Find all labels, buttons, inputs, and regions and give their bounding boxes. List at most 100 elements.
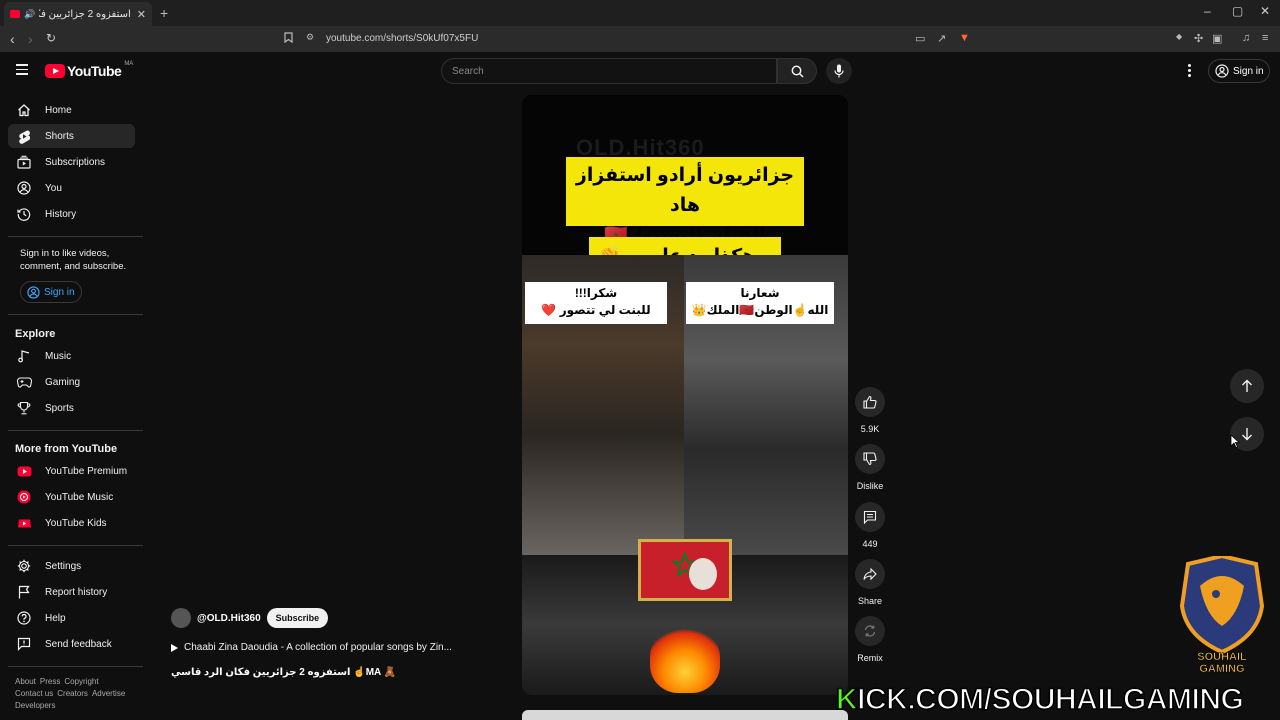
share-button[interactable]: Share — [855, 559, 885, 606]
minimize-button[interactable]: – — [1204, 4, 1211, 18]
account-icon — [1215, 64, 1229, 78]
sidebar-item-send-feedback[interactable]: Send feedback — [8, 632, 135, 656]
sidebar-item-youtube-music[interactable]: YouTube Music — [8, 485, 135, 509]
sidebar-item-settings[interactable]: Settings — [8, 554, 135, 578]
previous-short-button[interactable] — [1230, 369, 1264, 403]
speaker-icon[interactable]: 🔊 — [24, 9, 35, 20]
video-banner-line: جزائريون أرادو استفزاز هاد — [575, 165, 795, 216]
dislike-button[interactable]: Dislike — [855, 444, 885, 491]
close-window-button[interactable]: ✕ — [1260, 4, 1270, 18]
brave-shield-icon[interactable]: ▼ — [959, 32, 970, 44]
kick-url-text: ICK.COM/SOUHAILGAMING — [856, 682, 1244, 717]
footer-link[interactable]: About — [15, 677, 36, 686]
microphone-icon — [834, 64, 844, 78]
feedback-icon — [16, 636, 32, 652]
sidebar-item-youtube-premium[interactable]: YouTube Premium — [8, 459, 135, 483]
kick-channel-overlay: KICK.COM/SOUHAILGAMING — [835, 682, 1244, 717]
sidebar-item-label: Settings — [45, 560, 82, 572]
wallet-icon[interactable]: ◆ — [1176, 32, 1182, 41]
thumbs-down-icon — [863, 452, 877, 466]
hamburger-menu-icon[interactable] — [16, 64, 28, 76]
sidebar-item-sports[interactable]: Sports — [8, 396, 135, 420]
thumbs-up-icon — [863, 395, 877, 409]
sidebar-item-home[interactable]: Home — [8, 98, 135, 122]
flag-icon — [16, 584, 32, 600]
sidebar-item-help[interactable]: Help — [8, 606, 135, 630]
back-icon[interactable]: ‹ — [10, 31, 15, 47]
short-title[interactable]: استفزوه 2 جزائريين فكان الرد قاسي ☝️MA 🧸 — [171, 667, 396, 678]
sidebar-item-you[interactable]: You — [8, 176, 135, 200]
sidebar-item-gaming[interactable]: Gaming — [8, 370, 135, 394]
footer-links-row: Developers — [15, 701, 59, 710]
tab-title: استفزوه 2 جزائريين فكان الرد قا — [39, 8, 131, 20]
remix-button[interactable]: Remix — [855, 616, 885, 663]
sidebar-signin-label: Sign in — [44, 286, 75, 298]
home-icon — [16, 102, 32, 118]
sidebar-item-label: Gaming — [45, 376, 81, 388]
comments-button[interactable]: 449 — [855, 502, 885, 549]
browser-tab[interactable]: 🔊 استفزوه 2 جزائريين فكان الرد قا ✕ — [4, 2, 152, 26]
like-button[interactable]: 5.9K — [855, 387, 885, 434]
footer-link[interactable]: Advertise — [92, 689, 125, 698]
search-button[interactable] — [777, 58, 817, 84]
url-field[interactable]: youtube.com/shorts/S0kUf07x5FU — [326, 33, 478, 44]
next-short-preview[interactable] — [522, 710, 848, 720]
menu-icon[interactable]: ≡ — [1262, 32, 1268, 44]
fire-emoji-image — [650, 623, 720, 693]
footer-link[interactable]: Press — [40, 677, 60, 686]
maximize-button[interactable]: ▢ — [1232, 4, 1243, 18]
channel-name[interactable]: @OLD.Hit360 — [197, 613, 261, 624]
shorts-icon — [16, 128, 32, 144]
shorts-video-player[interactable]: OLD.Hit360 جزائريون أرادو استفزاز هاد ال… — [522, 95, 848, 695]
sidebar-item-label: Shorts — [45, 130, 74, 142]
new-tab-button[interactable]: + — [160, 5, 168, 21]
reload-icon[interactable]: ↻ — [46, 31, 56, 45]
caption-line: الله☝️الوطن🇲🇦الملك👑 — [691, 303, 829, 317]
close-tab-icon[interactable]: ✕ — [137, 8, 146, 21]
forward-icon[interactable]: › — [28, 31, 33, 47]
sidebar-item-shorts[interactable]: Shorts — [8, 124, 135, 148]
site-info-icon[interactable]: ⚙ — [306, 32, 314, 43]
sidebar-item-youtube-kids[interactable]: YouTube Kids — [8, 511, 135, 535]
bookmark-icon[interactable] — [284, 32, 293, 46]
cast-icon[interactable]: ▭ — [915, 32, 925, 45]
share-page-icon[interactable]: ↗ — [937, 32, 946, 45]
youtube-favicon-icon — [10, 10, 20, 18]
sidebar-item-label: YouTube Premium — [45, 465, 128, 477]
sidebar-item-label: You — [45, 182, 62, 194]
play-triangle-icon — [171, 643, 178, 652]
sidebar-signin-button[interactable]: Sign in — [20, 281, 82, 303]
youtube-play-icon — [45, 64, 65, 78]
channel-avatar[interactable] — [171, 608, 191, 628]
footer-link[interactable]: Contact us — [15, 689, 53, 698]
youtube-kids-icon — [16, 515, 32, 531]
video-caption-left: شكرا!!! للبنت لي تتصور ❤️ — [525, 282, 667, 324]
logo-text-line: GAMING — [1199, 663, 1244, 674]
footer-link[interactable]: Copyright — [64, 677, 98, 686]
sidebar-item-subscriptions[interactable]: Subscriptions — [8, 150, 135, 174]
search-input[interactable] — [452, 66, 752, 77]
sidebar-item-music[interactable]: Music — [8, 344, 135, 368]
subscribe-button[interactable]: Subscribe — [266, 608, 329, 628]
signin-button[interactable]: Sign in — [1208, 59, 1270, 83]
voice-search-button[interactable] — [826, 58, 852, 84]
portrait-frame-image — [638, 539, 732, 601]
footer-links-row: About Press Copyright — [15, 677, 103, 686]
sidebar-divider — [8, 236, 143, 237]
extensions-icon[interactable]: ✣ — [1194, 32, 1203, 45]
sidebar-item-label: History — [45, 208, 77, 220]
footer-link[interactable]: Developers — [15, 701, 55, 710]
gear-icon — [16, 558, 32, 574]
settings-kebab-icon[interactable] — [1188, 64, 1192, 79]
caption-line: شكرا!!! — [574, 286, 618, 300]
sidebar-toggle-icon[interactable]: ▣ — [1212, 32, 1222, 45]
sidebar-item-label: YouTube Kids — [45, 517, 107, 529]
footer-link[interactable]: Creators — [57, 689, 88, 698]
mouse-cursor-icon — [1230, 434, 1240, 448]
you-icon — [16, 180, 32, 196]
youtube-logo[interactable]: YouTube MA — [45, 61, 133, 79]
sidebar-item-report-history[interactable]: Report history — [8, 580, 135, 604]
sound-link[interactable]: Chaabi Zina Daoudia - A collection of po… — [171, 642, 452, 653]
media-icon[interactable]: ♫ — [1242, 32, 1250, 44]
sidebar-item-history[interactable]: History — [8, 202, 135, 226]
